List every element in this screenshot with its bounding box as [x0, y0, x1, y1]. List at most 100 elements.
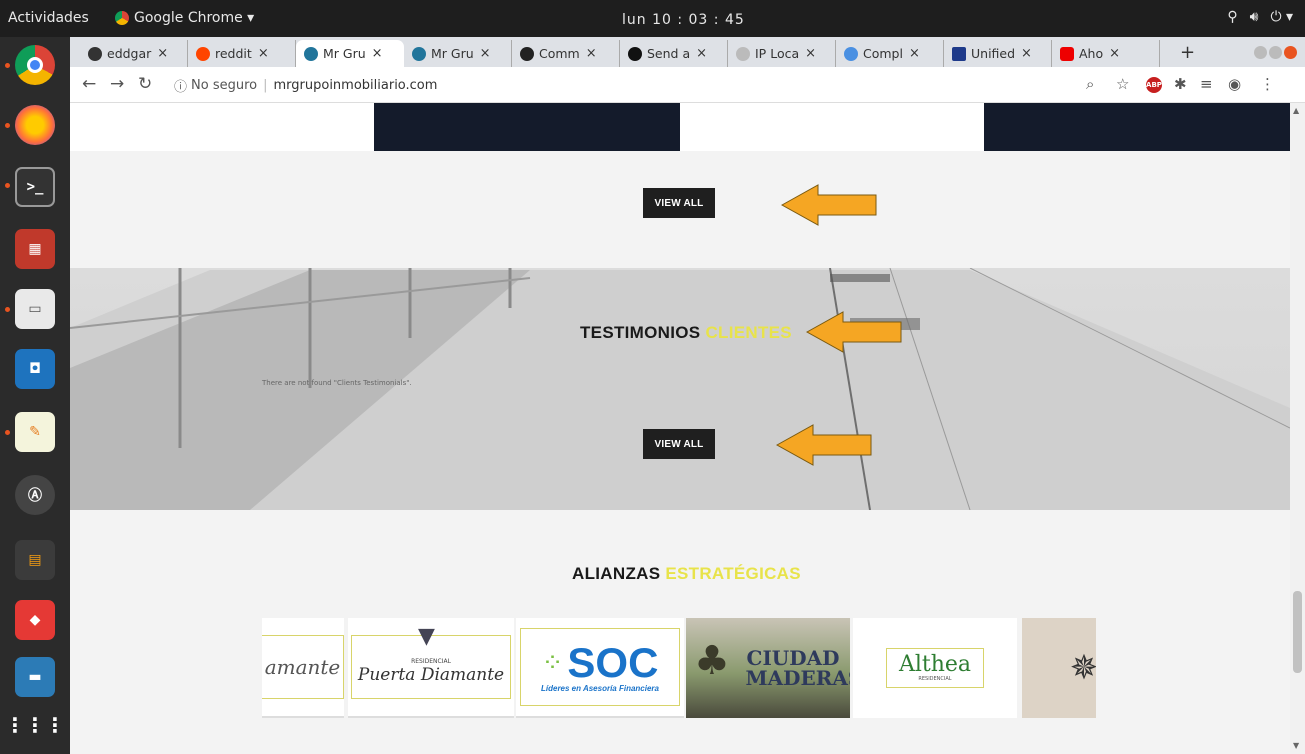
url-text[interactable]: mrgrupoinmobiliario.com: [274, 78, 438, 93]
activities-button[interactable]: Actividades: [8, 10, 89, 26]
send-icon: [628, 46, 642, 61]
drive-dock-icon[interactable]: ▬: [15, 657, 55, 697]
close-icon[interactable]: ×: [586, 46, 597, 61]
tab-active[interactable]: Mr Gru ×: [296, 40, 404, 67]
bookmark-star-icon[interactable]: ☆: [1116, 75, 1129, 93]
volume-icon: 🔊︎: [1249, 9, 1259, 25]
minimize-button[interactable]: [1254, 46, 1267, 59]
terminal-dock-icon[interactable]: >_: [15, 167, 55, 207]
close-icon[interactable]: ×: [1109, 46, 1120, 61]
scroll-thumb[interactable]: [1293, 591, 1302, 673]
close-icon[interactable]: ×: [157, 46, 168, 61]
partner-logo[interactable]: ♣ CIUDAD MADERAS: [686, 618, 850, 718]
partner-logo[interactable]: ⁘ SOC Líderes en Asesoría Financiera: [516, 618, 684, 718]
close-icon[interactable]: ×: [1021, 46, 1032, 61]
anydesk-dock-icon[interactable]: ◆: [15, 600, 55, 640]
network-icon: ⚲: [1227, 9, 1238, 25]
tab[interactable]: IP Loca ×: [728, 40, 836, 67]
annotation-arrow: [805, 311, 902, 353]
dots-icon: ⁘: [541, 647, 564, 678]
running-indicator: [5, 63, 10, 68]
partner-logo[interactable]: amante: [262, 618, 344, 718]
close-icon[interactable]: ×: [696, 46, 707, 61]
alliances-heading: ALIANZAS ESTRATÉGICAS: [572, 564, 801, 584]
close-window-button[interactable]: [1284, 46, 1297, 59]
info-icon[interactable]: ⓘ: [174, 76, 187, 95]
app-menu[interactable]: Google Chrome ▾: [115, 10, 254, 26]
youtube-icon: [1060, 46, 1074, 61]
tab-label: Comm: [539, 46, 580, 61]
logo-frame: Althea RESIDENCIAL: [886, 648, 984, 688]
calculator-dock-icon[interactable]: ▤: [15, 540, 55, 580]
window-controls: [1254, 46, 1297, 59]
forward-button[interactable]: →: [110, 74, 124, 94]
dock: >_ ▦ ▭ ◘ ✎ Ⓐ ▤ ◆ ▬ ⋮⋮⋮: [0, 37, 70, 754]
logo-subtext: RESIDENCIAL: [918, 676, 952, 682]
running-indicator: [5, 123, 10, 128]
tab[interactable]: Aho ×: [1052, 40, 1160, 67]
address-bar[interactable]: ⓘ No seguro | mrgrupoinmobiliario.com: [174, 72, 1174, 98]
new-tab-button[interactable]: +: [1180, 42, 1195, 63]
back-button[interactable]: ←: [82, 74, 96, 94]
eye-icon: [520, 46, 534, 61]
chrome-dock-icon[interactable]: [15, 45, 55, 85]
tab[interactable]: Compl ×: [836, 40, 944, 67]
tab-label: Unified: [971, 46, 1016, 61]
app-dock-icon[interactable]: ◘: [15, 349, 55, 389]
tab[interactable]: eddgar ×: [80, 40, 188, 67]
soc-mark: ⁘ SOC: [541, 641, 659, 684]
adblock-icon[interactable]: ABP: [1146, 77, 1162, 93]
tab[interactable]: Unified ×: [944, 40, 1052, 67]
compass-icon: ✵: [1069, 648, 1096, 688]
updater-dock-icon[interactable]: Ⓐ: [15, 475, 55, 515]
tab-label: Compl: [863, 46, 903, 61]
tab[interactable]: Comm ×: [512, 40, 620, 67]
system-tray[interactable]: ⚲ 🔊︎ ⏻ ▾: [1227, 9, 1293, 25]
view-all-button[interactable]: VIEW ALL: [643, 429, 715, 459]
partner-logo[interactable]: ✵: [1022, 618, 1096, 718]
separator: |: [263, 77, 268, 93]
reload-button[interactable]: ↻: [138, 74, 152, 94]
zoom-icon[interactable]: ⌕: [1086, 75, 1094, 93]
profile-icon[interactable]: ◉: [1228, 75, 1241, 93]
tab[interactable]: Send a ×: [620, 40, 728, 67]
extensions-icon[interactable]: ✱: [1174, 75, 1187, 93]
tree-icon: ♣: [694, 638, 730, 684]
partner-logo[interactable]: ▼ RESIDENCIAL Puerta Diamante: [348, 618, 514, 718]
chrome-icon: [115, 11, 129, 25]
scroll-up-icon[interactable]: ▲: [1293, 106, 1299, 115]
power-icon: ⏻ ▾: [1270, 9, 1293, 25]
heading-part-dark: TESTIMONIOS: [580, 323, 706, 342]
tab-label: Mr Gru: [323, 46, 366, 61]
close-icon[interactable]: ×: [805, 46, 816, 61]
close-icon[interactable]: ×: [480, 46, 491, 61]
adblock-badge: ABP: [1146, 77, 1162, 93]
close-icon[interactable]: ×: [258, 46, 269, 61]
logo-frame: amante: [262, 635, 344, 699]
show-apps-icon[interactable]: ⋮⋮⋮: [5, 705, 65, 745]
clock[interactable]: lun 10 : 03 : 45: [622, 12, 745, 28]
screenshot-dock-icon[interactable]: ▦: [15, 229, 55, 269]
partner-logo[interactable]: Althea RESIDENCIAL: [853, 618, 1017, 718]
close-icon[interactable]: ×: [372, 46, 383, 61]
maximize-button[interactable]: [1269, 46, 1282, 59]
text-editor-dock-icon[interactable]: ✎: [15, 412, 55, 452]
files-dock-icon[interactable]: ▭: [15, 289, 55, 329]
diamond-icon: ▼: [418, 624, 435, 649]
logo-text: amante: [264, 655, 341, 679]
view-all-button[interactable]: VIEW ALL: [643, 188, 715, 218]
logo-text: Althea: [898, 652, 972, 677]
empty-testimonials-note: There are not found "Clients Testimonial…: [262, 379, 412, 387]
page-scrollbar[interactable]: ▲ ▼: [1290, 103, 1305, 754]
tab[interactable]: Mr Gru ×: [404, 40, 512, 67]
media-queue-icon[interactable]: ≡: [1200, 75, 1213, 93]
dark-card: [984, 103, 1290, 151]
menu-icon[interactable]: ⋮: [1260, 75, 1275, 93]
wordpress-icon: [304, 46, 318, 61]
close-icon[interactable]: ×: [909, 46, 920, 61]
tab[interactable]: reddit ×: [188, 40, 296, 67]
security-label: No seguro: [191, 77, 258, 93]
scroll-down-icon[interactable]: ▼: [1293, 741, 1299, 750]
tab-strip: eddgar × reddit × Mr Gru × Mr Gru × Comm × Se…: [70, 37, 1305, 67]
firefox-dock-icon[interactable]: [15, 105, 55, 145]
